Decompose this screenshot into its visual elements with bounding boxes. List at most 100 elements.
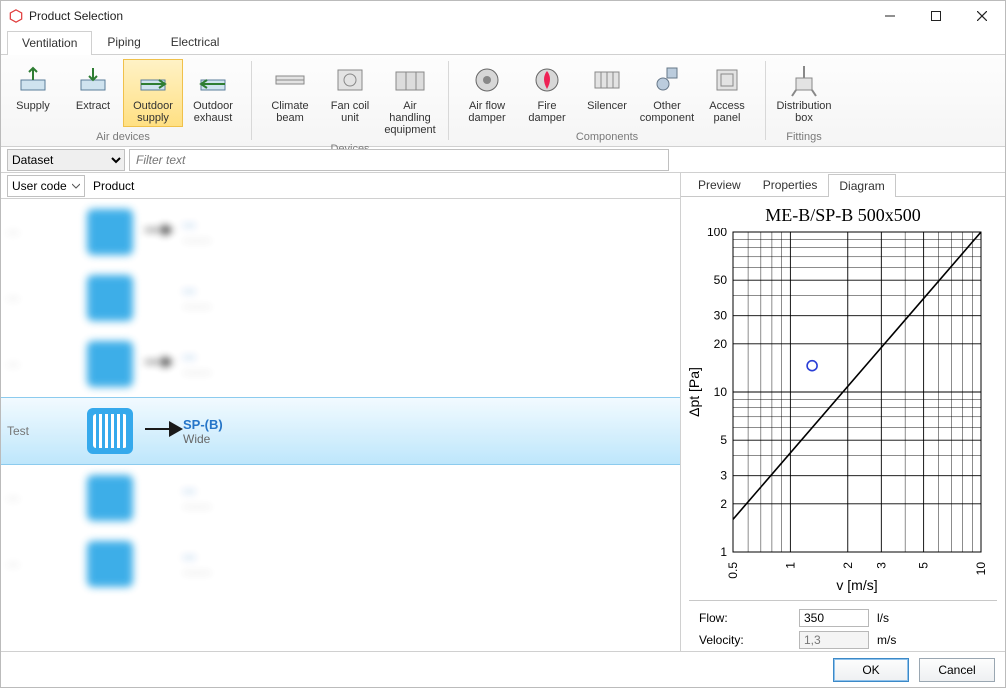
- list-item-selected[interactable]: Test SP-(B) Wide ME-B/SP-B 500x500 ▼: [1, 397, 680, 465]
- footer: OK Cancel: [1, 651, 1005, 687]
- ribbon-label: Air flowdamper: [468, 100, 505, 124]
- app-icon: [9, 9, 23, 23]
- filter-input[interactable]: [129, 149, 669, 171]
- ribbon-airflow-damper[interactable]: Air flowdamper: [457, 59, 517, 127]
- list-item[interactable]: ··· ··········: [1, 531, 680, 597]
- list-item[interactable]: ··· ··········: [1, 465, 680, 531]
- svg-text:10: 10: [974, 562, 988, 576]
- filter-bar: Dataset: [1, 147, 1005, 173]
- chart-title: ME-B/SP-B 500x500: [685, 205, 1001, 226]
- ribbon-silencer[interactable]: Silencer: [577, 59, 637, 115]
- access-panel-icon: [709, 62, 745, 98]
- tab-ventilation[interactable]: Ventilation: [7, 31, 92, 55]
- close-button[interactable]: [959, 1, 1005, 31]
- ribbon-group-label: Components: [455, 131, 759, 146]
- tab-electrical[interactable]: Electrical: [156, 30, 235, 54]
- fan-coil-icon: [332, 62, 368, 98]
- flow-label: Flow:: [699, 611, 799, 625]
- main-tabs: Ventilation Piping Electrical: [1, 31, 1005, 55]
- titlebar: Product Selection: [1, 1, 1005, 31]
- ribbon-fan-coil[interactable]: Fan coilunit: [320, 59, 380, 127]
- svg-text:30: 30: [714, 309, 728, 323]
- svg-text:3: 3: [874, 562, 888, 569]
- tab-properties[interactable]: Properties: [752, 173, 829, 196]
- ribbon-fire-damper[interactable]: Firedamper: [517, 59, 577, 127]
- svg-text:v [m/s]: v [m/s]: [836, 577, 877, 593]
- ribbon-group-label: Fittings: [772, 131, 836, 146]
- ok-button[interactable]: OK: [833, 658, 909, 682]
- product-subtitle: Wide: [183, 432, 223, 446]
- tab-diagram[interactable]: Diagram: [828, 174, 895, 197]
- outdoor-supply-icon: [135, 62, 171, 98]
- ribbon-ahu[interactable]: Air handlingequipment: [380, 59, 440, 139]
- maximize-button[interactable]: [913, 1, 959, 31]
- ribbon-label: Air handlingequipment: [383, 100, 437, 136]
- cancel-button[interactable]: Cancel: [919, 658, 995, 682]
- diagram-chart: 0.5123510123510203050100v [m/s]Δpt [Pa]: [685, 228, 995, 594]
- svg-text:5: 5: [917, 562, 931, 569]
- ribbon-label: Climatebeam: [271, 100, 308, 124]
- svg-text:3: 3: [720, 469, 727, 483]
- ribbon-label: Fan coilunit: [331, 100, 370, 124]
- svg-text:1: 1: [783, 562, 797, 569]
- other-comp-icon: [649, 62, 685, 98]
- ribbon-label: Accesspanel: [709, 100, 744, 124]
- supply-icon: [15, 62, 51, 98]
- minimize-button[interactable]: [867, 1, 913, 31]
- product-header: Product: [93, 179, 134, 193]
- svg-text:Δpt [Pa]: Δpt [Pa]: [686, 367, 702, 417]
- ribbon-label: Silencer: [587, 100, 627, 112]
- airflow-damper-icon: [469, 62, 505, 98]
- arrow-icon: [143, 419, 183, 444]
- velocity-label: Velocity:: [699, 633, 799, 647]
- chevron-down-icon: [72, 182, 80, 190]
- right-tabs: Preview Properties Diagram: [681, 173, 1005, 197]
- tab-piping[interactable]: Piping: [92, 30, 155, 54]
- flow-unit: l/s: [877, 611, 889, 625]
- ribbon-other-comp[interactable]: Othercomponent: [637, 59, 697, 127]
- svg-text:5: 5: [720, 433, 727, 447]
- distribution-box-icon: [786, 62, 822, 98]
- product-thumbnail: [87, 408, 133, 454]
- svg-text:1: 1: [720, 545, 727, 559]
- extract-icon: [75, 62, 111, 98]
- velocity-input: [799, 631, 869, 649]
- list-header: User code Product: [1, 173, 680, 199]
- ribbon-label: Firedamper: [528, 100, 565, 124]
- dataset-select[interactable]: Dataset: [7, 149, 125, 171]
- list-item[interactable]: ··· ··········: [1, 331, 680, 397]
- climate-beam-icon: [272, 62, 308, 98]
- list-item[interactable]: ··· ··········: [1, 265, 680, 331]
- svg-text:50: 50: [714, 273, 728, 287]
- ribbon-climate-beam[interactable]: Climatebeam: [260, 59, 320, 127]
- ribbon-access-panel[interactable]: Accesspanel: [697, 59, 757, 127]
- window-title: Product Selection: [29, 9, 123, 23]
- product-list[interactable]: ··· ·········· ··· ·········· ··· ······…: [1, 199, 680, 651]
- ribbon-label: Othercomponent: [640, 100, 694, 124]
- ahu-icon: [392, 62, 428, 98]
- tab-preview[interactable]: Preview: [687, 173, 752, 196]
- velocity-unit: m/s: [877, 633, 896, 647]
- list-item[interactable]: ··· ··········: [1, 199, 680, 265]
- ribbon-outdoor-supply[interactable]: Outdoorsupply: [123, 59, 183, 127]
- ribbon: Supply Extract Outdoorsupply Outdoorexhaust…: [1, 55, 1005, 147]
- ribbon-group-label: Air devices: [1, 131, 245, 146]
- selected-group: Test: [7, 424, 87, 438]
- svg-text:100: 100: [707, 228, 727, 239]
- ribbon-supply[interactable]: Supply: [3, 59, 63, 115]
- product-title: SP-(B): [183, 417, 223, 432]
- usercode-label: User code: [12, 179, 67, 193]
- silencer-icon: [589, 62, 625, 98]
- ribbon-label: Outdoorexhaust: [193, 100, 233, 124]
- fire-damper-icon: [529, 62, 565, 98]
- ribbon-label: Outdoorsupply: [133, 100, 173, 124]
- ribbon-distribution-box[interactable]: Distributionbox: [774, 59, 834, 127]
- svg-text:2: 2: [720, 497, 727, 511]
- ribbon-outdoor-exhaust[interactable]: Outdoorexhaust: [183, 59, 243, 127]
- ribbon-extract[interactable]: Extract: [63, 59, 123, 115]
- usercode-dropdown[interactable]: User code: [7, 175, 85, 197]
- flow-input[interactable]: [799, 609, 869, 627]
- svg-text:10: 10: [714, 385, 728, 399]
- ribbon-label: Supply: [16, 100, 50, 112]
- svg-text:20: 20: [714, 337, 728, 351]
